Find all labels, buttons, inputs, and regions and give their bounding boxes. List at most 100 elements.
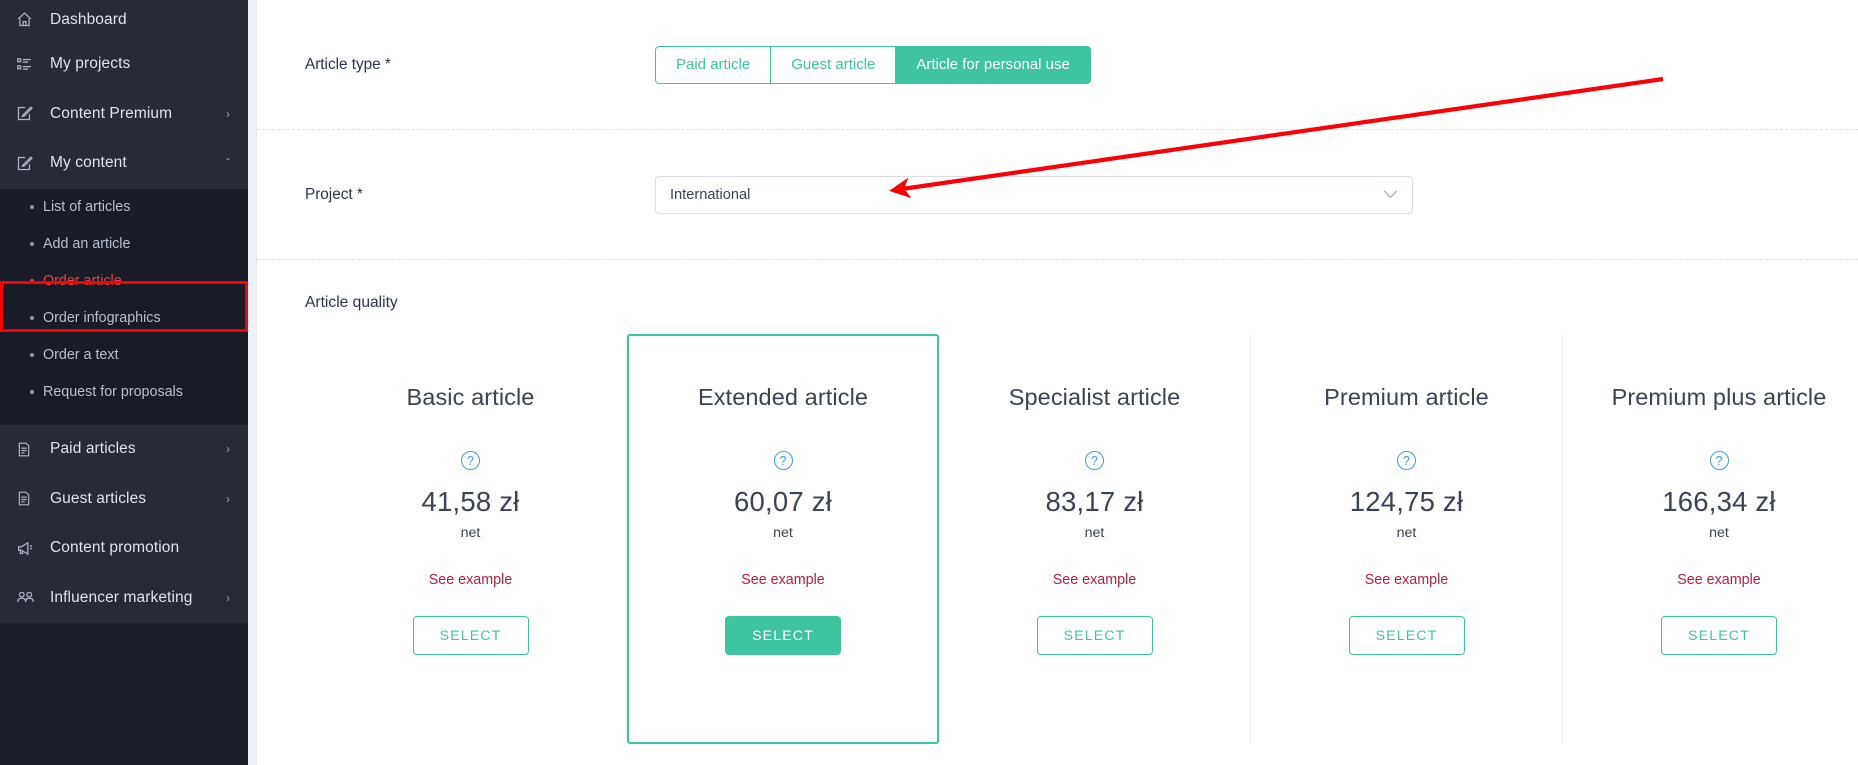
quality-card-extended-article[interactable]: Extended article ? 60,07 zł net See exam… [627, 334, 939, 744]
article-type-label: Article type * [305, 55, 391, 73]
sidebar-subitem-label: Request for proposals [43, 384, 183, 401]
chevron-right-icon: › [226, 491, 230, 506]
sidebar-item-guest-articles[interactable]: Guest articles › [0, 474, 248, 524]
chevron-right-icon: › [226, 106, 230, 121]
sidebar-subitem-request-for-proposals[interactable]: Request for proposals [0, 374, 248, 411]
sidebar-item-label: My projects [50, 55, 131, 73]
sidebar-item-label: Content Premium [50, 104, 173, 122]
see-example-link[interactable]: See example [1677, 572, 1760, 588]
help-circle-icon[interactable]: ? [1397, 451, 1416, 470]
sidebar-subitem-label: Add an article [43, 236, 131, 253]
article-type-segmented-control: Paid article Guest article Article for p… [655, 45, 1091, 84]
chevron-right-icon: › [226, 442, 230, 457]
sidebar-subitem-order-infographics[interactable]: Order infographics [0, 300, 248, 337]
article-quality-section: Article quality Basic article ? 41,58 zł… [257, 260, 1858, 744]
bullet-icon [30, 242, 34, 247]
quality-card-net-label: net [1709, 525, 1729, 541]
see-example-link[interactable]: See example [1053, 572, 1136, 588]
quality-card-premium-article[interactable]: Premium article ? 124,75 zł net See exam… [1251, 334, 1563, 744]
article-type-option-article-for-personal-use[interactable]: Article for personal use [895, 45, 1091, 84]
quality-card-price: 60,07 zł [734, 486, 832, 517]
bullet-icon [30, 353, 34, 358]
quality-card-title: Specialist article [1008, 384, 1181, 410]
home-icon [16, 10, 38, 30]
article-type-row: Article type * Paid article Guest articl… [257, 0, 1858, 130]
sidebar-subitem-label: Order article [43, 273, 122, 290]
quality-select-button[interactable]: SELECT [1348, 616, 1465, 655]
people-icon [16, 588, 38, 608]
quality-card-specialist-article[interactable]: Specialist article ? 83,17 zł net See ex… [939, 334, 1251, 744]
sidebar-item-content-promotion[interactable]: Content promotion [0, 523, 248, 574]
chevron-down-icon [1383, 190, 1398, 199]
content-gutter [248, 0, 257, 765]
sidebar-item-influencer-marketing[interactable]: Influencer marketing › [0, 573, 248, 624]
sidebar-item-paid-articles[interactable]: Paid articles › [0, 424, 248, 475]
project-select-value: International [670, 186, 751, 203]
quality-card-basic-article[interactable]: Basic article ? 41,58 zł net See example… [315, 334, 627, 744]
sidebar-item-my-content[interactable]: My content ˇ [0, 139, 248, 189]
sidebar-subitem-label: Order a text [43, 347, 119, 364]
document-icon [16, 439, 38, 459]
sidebar-submenu-my-content: List of articles Add an article Order ar… [0, 188, 248, 425]
quality-card-title: Premium article [1324, 384, 1489, 410]
quality-card-price: 166,34 zł [1662, 486, 1776, 517]
help-circle-icon[interactable]: ? [461, 451, 480, 470]
project-row: Project * International [257, 130, 1858, 260]
list-icon [16, 54, 38, 74]
help-circle-icon[interactable]: ? [1085, 451, 1104, 470]
megaphone-icon [16, 538, 38, 558]
project-select[interactable]: International [655, 175, 1413, 214]
quality-card-premium-plus-article[interactable]: Premium plus article ? 166,34 zł net See… [1563, 334, 1858, 744]
see-example-link[interactable]: See example [429, 572, 512, 588]
project-label: Project * [305, 185, 363, 203]
sidebar-subitem-label: List of articles [43, 199, 131, 216]
quality-card-title: Basic article [406, 384, 535, 410]
quality-card-price: 124,75 zł [1349, 486, 1464, 517]
bullet-icon [30, 390, 34, 395]
sidebar-item-label: Paid articles [50, 440, 136, 458]
article-quality-cards: Basic article ? 41,58 zł net See example… [315, 334, 1858, 744]
sidebar-item-content-premium[interactable]: Content Premium › [0, 89, 248, 140]
sidebar-item-label: Dashboard [50, 10, 127, 28]
bullet-icon [30, 316, 34, 321]
quality-card-net-label: net [460, 525, 481, 541]
chevron-down-icon: ˇ [226, 156, 230, 171]
sidebar-item-label: My content [50, 154, 127, 172]
document-icon [16, 489, 38, 509]
article-type-option-paid-article[interactable]: Paid article [655, 45, 771, 84]
bullet-icon [30, 279, 34, 284]
quality-card-net-label: net [773, 525, 793, 541]
sidebar-item-label: Influencer marketing [50, 588, 193, 606]
sidebar-subitem-add-an-article[interactable]: Add an article [0, 226, 248, 263]
sidebar-subitem-order-article[interactable]: Order article [0, 263, 248, 300]
article-quality-title: Article quality [305, 294, 398, 311]
main-content: Article type * Paid article Guest articl… [257, 0, 1858, 765]
quality-select-button[interactable]: SELECT [412, 616, 529, 655]
quality-select-button[interactable]: SELECT [1036, 616, 1153, 655]
bullet-icon [30, 205, 34, 210]
see-example-link[interactable]: See example [741, 572, 824, 588]
help-circle-icon[interactable]: ? [1709, 451, 1729, 470]
quality-card-price: 83,17 zł [1045, 486, 1144, 517]
quality-card-title: Extended article [697, 384, 869, 410]
quality-select-button[interactable]: SELECT [725, 616, 841, 655]
quality-card-price: 41,58 zł [421, 486, 520, 517]
sidebar-subitem-list-of-articles[interactable]: List of articles [0, 189, 248, 226]
quality-card-net-label: net [1396, 525, 1417, 541]
see-example-link[interactable]: See example [1365, 572, 1448, 588]
help-circle-icon[interactable]: ? [773, 451, 793, 470]
quality-card-title: Premium plus article [1611, 384, 1827, 410]
sidebar-item-dashboard[interactable]: Dashboard [0, 0, 248, 40]
chevron-right-icon: › [226, 590, 230, 605]
sidebar-item-label: Guest articles [50, 489, 147, 507]
quality-card-net-label: net [1084, 525, 1105, 541]
article-type-option-guest-article[interactable]: Guest article [770, 45, 896, 84]
quality-select-button[interactable]: SELECT [1661, 616, 1777, 655]
app-root: Dashboard My projects Content Premium › … [0, 0, 1858, 765]
sidebar-subitem-order-a-text[interactable]: Order a text [0, 337, 248, 374]
sidebar: Dashboard My projects Content Premium › … [0, 0, 248, 765]
edit-square-icon [16, 153, 38, 173]
sidebar-item-my-projects[interactable]: My projects [0, 40, 248, 90]
sidebar-subitem-label: Order infographics [43, 310, 161, 327]
sidebar-item-label: Content promotion [50, 539, 180, 557]
